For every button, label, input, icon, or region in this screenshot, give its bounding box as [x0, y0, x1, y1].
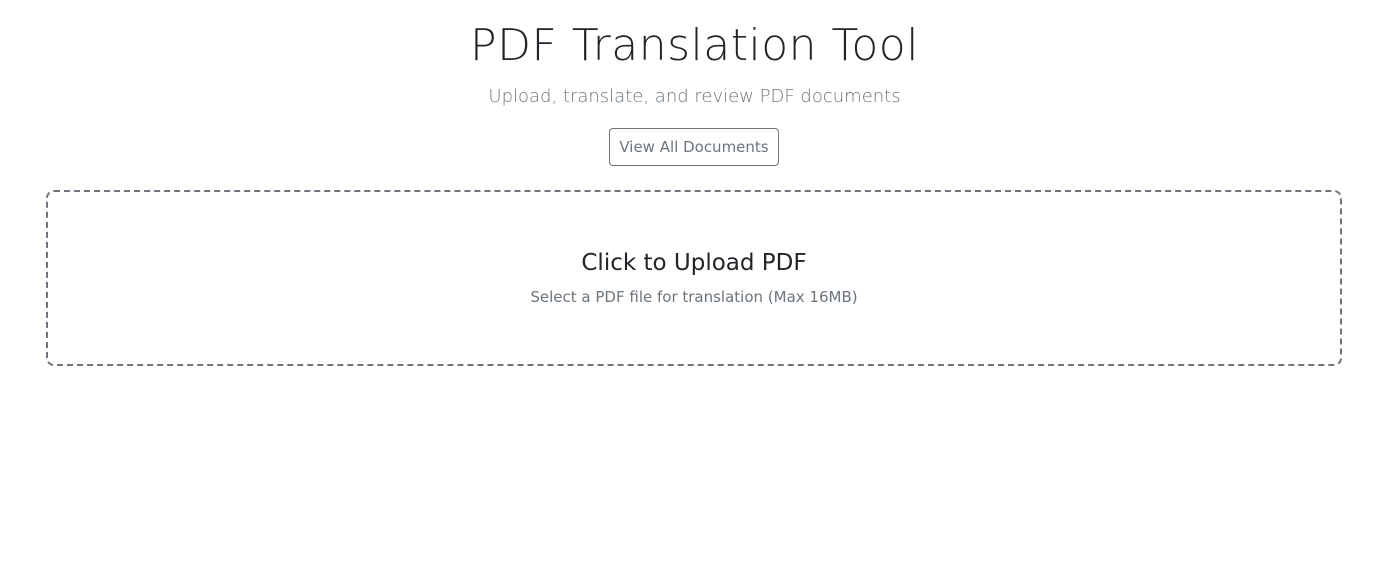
page-subtitle: Upload, translate, and review PDF docume… [488, 86, 901, 107]
view-all-documents-button[interactable]: View All Documents [609, 128, 779, 166]
page: PDF Translation Tool Upload, translate, … [0, 0, 1389, 570]
upload-dropzone[interactable]: Click to Upload PDF Select a PDF file fo… [46, 190, 1342, 366]
upload-hint: Select a PDF file for translation (Max 1… [530, 288, 858, 306]
upload-title: Click to Upload PDF [581, 250, 807, 276]
page-title: PDF Translation Tool [470, 20, 919, 71]
